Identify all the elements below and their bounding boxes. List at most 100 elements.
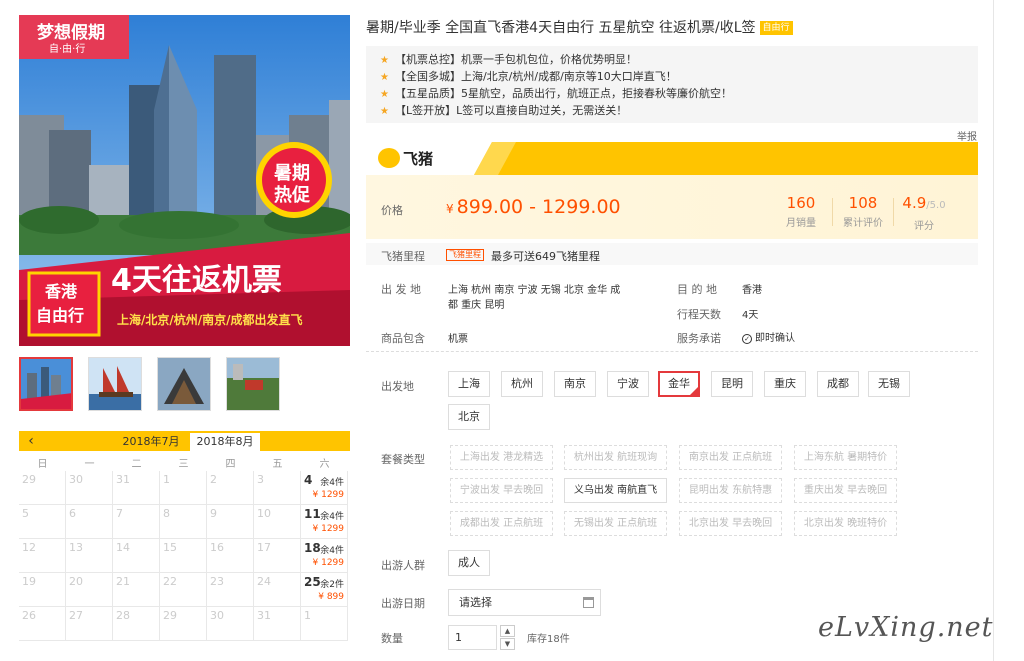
section-divider: [366, 351, 978, 352]
departure-option[interactable]: 无锡: [868, 371, 910, 397]
calendar-day-number: 30: [210, 609, 224, 622]
package-selector-label: 套餐类型: [381, 453, 425, 466]
calendar-day-available[interactable]: 11 余4件 ¥ 1299: [301, 505, 348, 539]
calendar-day-number: 7: [116, 507, 123, 520]
calendar-day-number: 5: [22, 507, 29, 520]
brand-logo: 飞猪: [378, 148, 433, 170]
calendar-icon[interactable]: [583, 597, 594, 608]
calendar-day: 3: [254, 471, 301, 505]
calendar-day-available[interactable]: 4 余4件 ¥ 1299: [301, 471, 348, 505]
quantity-input[interactable]: 1: [448, 625, 497, 650]
brand-bar: 飞猪: [366, 142, 978, 175]
thumbnail-1-picture: [21, 359, 71, 409]
stat-value: 160: [786, 194, 816, 212]
stat-label: 评分: [914, 221, 934, 232]
calendar-day-price: ¥ 899: [318, 592, 344, 602]
highlight-item: ★ 【五星品质】5星航空，品质出行，航班正点，拒接春秋等廉价航空！: [380, 85, 978, 102]
calendar-day: 22: [160, 573, 207, 607]
calendar-day-number: 4: [304, 473, 313, 487]
calendar-day-available[interactable]: 25 余2件 ¥ 899: [301, 573, 348, 607]
weekday-label: 二: [131, 459, 142, 470]
includes-value: 机票: [448, 334, 468, 345]
mileage-label: 飞猪里程: [381, 250, 425, 263]
departure-option[interactable]: 昆明: [711, 371, 753, 397]
calendar-day-available[interactable]: 18 余4件 ¥ 1299: [301, 539, 348, 573]
stat-sub: /5.0: [926, 200, 946, 211]
calendar-tab-august[interactable]: 2018年8月: [190, 433, 260, 451]
calendar-day: 28: [113, 607, 160, 641]
departure-info-label: 出 发 地: [381, 283, 421, 296]
highlight-text: 【五星品质】5星航空，品质出行，航班正点，拒接春秋等廉价航空！: [394, 87, 732, 100]
departure-option[interactable]: 重庆: [764, 371, 806, 397]
calendar-day-number: 20: [69, 575, 83, 588]
departure-option[interactable]: 杭州: [501, 371, 543, 397]
quantity-increase-icon[interactable]: ▲: [500, 625, 515, 637]
package-option: 宁波出发 早去晚回: [450, 478, 553, 503]
calendar-day: 21: [113, 573, 160, 607]
departure-option[interactable]: 成都: [817, 371, 859, 397]
calendar-day-stock: 余2件: [320, 580, 344, 590]
quantity-decrease-icon[interactable]: ▼: [500, 638, 515, 650]
departure-option[interactable]: 宁波: [607, 371, 649, 397]
product-title-text: 暑期/毕业季 全国直飞香港4天自由行 五星航空 往返机票/收L签: [366, 20, 756, 36]
calendar-day-number: 28: [116, 609, 130, 622]
thumbnail-4[interactable]: [226, 357, 280, 411]
calendar-tab-july[interactable]: 2018年7月: [116, 433, 186, 451]
calendar-day-number: 22: [163, 575, 177, 588]
departure-option[interactable]: 上海: [448, 371, 490, 397]
days-label: 行程天数: [677, 308, 721, 321]
stat-rating: 4.9/5.0 评分: [894, 194, 954, 232]
hero-image[interactable]: 梦想假期 自·由·行 暑期 热促 香港 自由行 4天往返机票 上海/北京/杭州/…: [19, 15, 350, 346]
stat-total-reviews[interactable]: 108 累计评价: [833, 194, 893, 229]
report-link[interactable]: 举报: [957, 128, 977, 143]
calendar-day-price: ¥ 1299: [312, 558, 345, 568]
departure-option[interactable]: 南京: [554, 371, 596, 397]
calendar-day: 6: [66, 505, 113, 539]
pig-logo-icon: [378, 148, 400, 168]
calendar-weekdays: 日一二三四五六: [19, 455, 350, 470]
product-title: 暑期/毕业季 全国直飞香港4天自由行 五星航空 往返机票/收L签 自由行: [366, 17, 793, 37]
thumbnail-strip: [19, 357, 350, 413]
calendar-prev-icon[interactable]: ‹: [23, 432, 39, 450]
package-option: 上海东航 暑期特价: [794, 445, 897, 470]
stat-label: 月销量: [786, 218, 816, 229]
stat-monthly-sales: 160 月销量: [771, 194, 831, 229]
highlight-text: 【机票总控】机票一手包机包位，价格优势明显！: [394, 53, 637, 66]
calendar-day: 19: [19, 573, 66, 607]
package-option[interactable]: 义乌出发 南航直飞: [564, 478, 667, 503]
thumbnail-2[interactable]: [88, 357, 142, 411]
calendar-day-number: 12: [22, 541, 36, 554]
calendar-day-number: 24: [257, 575, 271, 588]
package-option: 成都出发 正点航班: [450, 511, 553, 536]
calendar-day-number: 21: [116, 575, 130, 588]
group-label: 出游人群: [381, 559, 425, 572]
calendar-day-stock: 余4件: [320, 546, 344, 556]
calendar-day-number: 3: [257, 473, 264, 486]
calendar-day: 30: [207, 607, 254, 641]
product-page: 梦想假期 自·由·行 暑期 热促 香港 自由行 4天往返机票 上海/北京/杭州/…: [0, 0, 1024, 661]
highlight-text: 【L签开放】L签可以直接自助过关，无需送关！: [394, 104, 628, 117]
calendar-day-number: 27: [69, 609, 83, 622]
date-picker-input[interactable]: 请选择: [448, 589, 601, 616]
star-icon: ★: [380, 89, 389, 100]
calendar-day: 24: [254, 573, 301, 607]
departure-option[interactable]: 北京: [448, 404, 490, 430]
departure-info-line2: 都 重庆 昆明: [448, 300, 505, 311]
thumbnail-1[interactable]: [19, 357, 73, 411]
stat-label: 累计评价: [843, 218, 883, 229]
thumbnail-3[interactable]: [157, 357, 211, 411]
calendar-day: 27: [66, 607, 113, 641]
weekday-label: 四: [225, 459, 236, 470]
calendar-day-stock: 余4件: [320, 512, 344, 522]
calendar-day: 2: [207, 471, 254, 505]
group-option-adult[interactable]: 成人: [448, 550, 490, 576]
date-label: 出游日期: [381, 597, 425, 610]
hero-tag-line2: 自由行: [36, 306, 85, 325]
calendar-day-number: 29: [22, 473, 36, 486]
calendar-day: 31: [254, 607, 301, 641]
departure-option[interactable]: 金华: [658, 371, 700, 397]
calendar-day-stock: 余4件: [320, 478, 344, 488]
calendar-day-number: 18: [304, 541, 321, 555]
calendar-day: 16: [207, 539, 254, 573]
price-range: ¥899.00 - 1299.00: [446, 196, 621, 218]
